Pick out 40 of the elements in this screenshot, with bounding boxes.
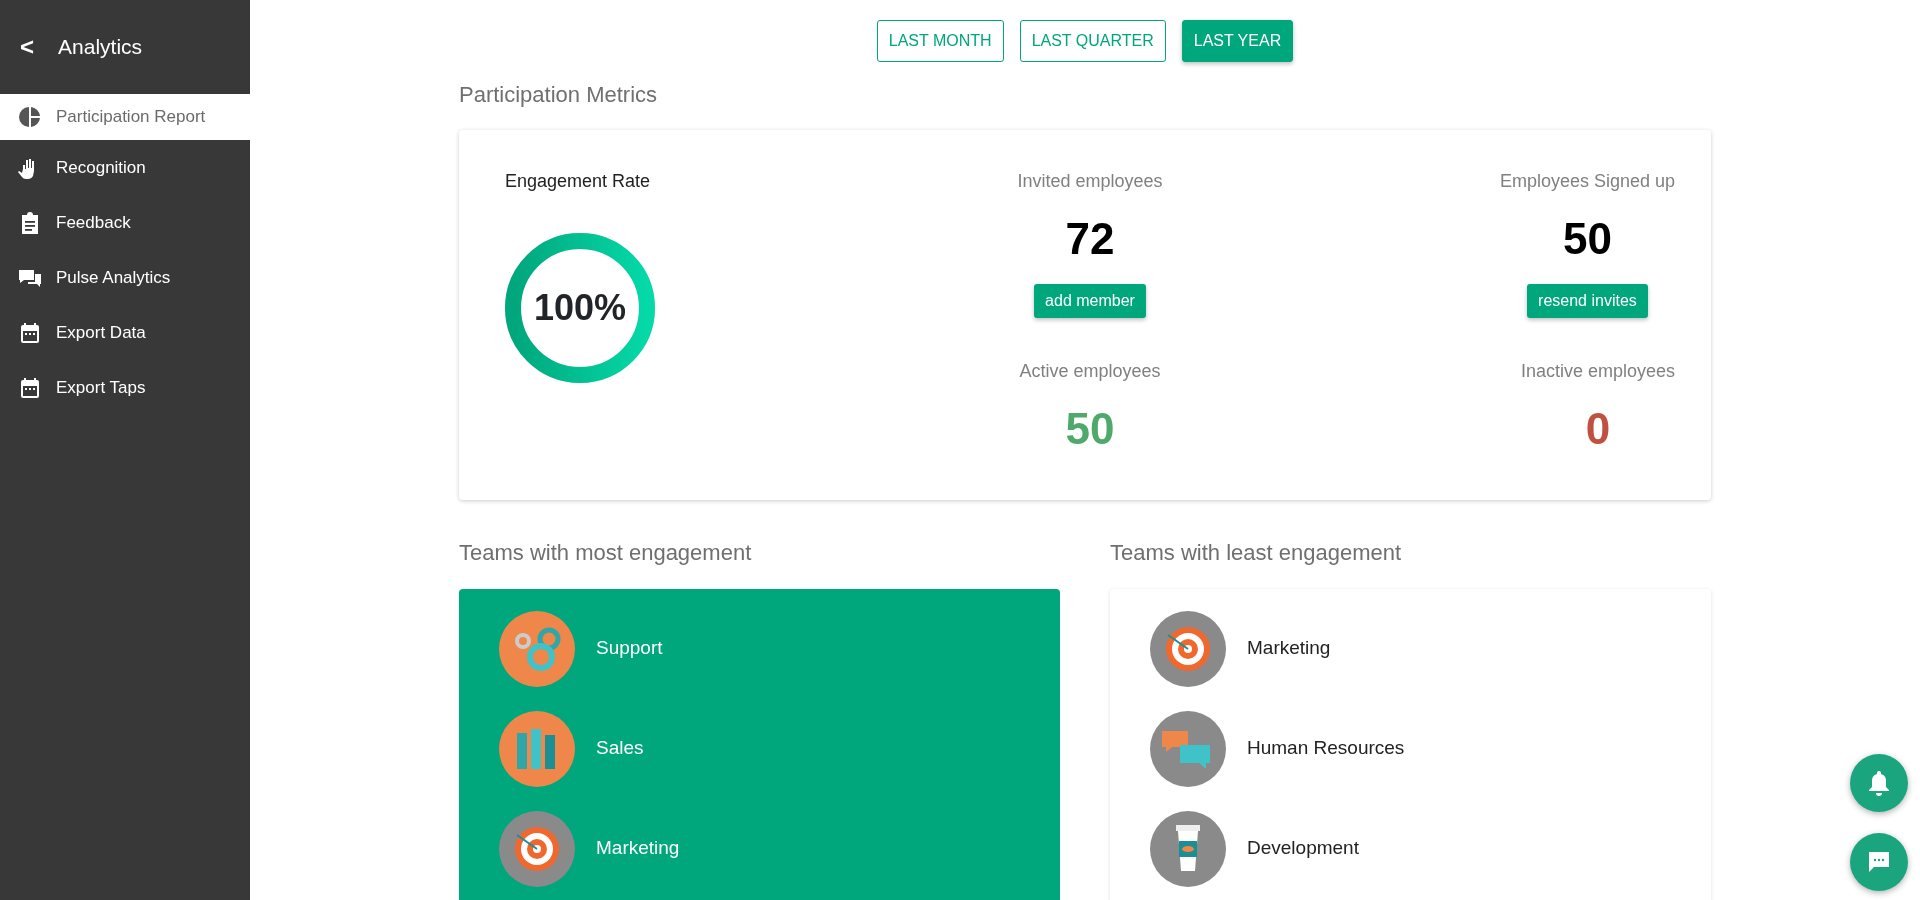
gears-icon <box>499 610 575 687</box>
back-button[interactable]: < <box>20 29 34 65</box>
target-icon <box>499 810 575 887</box>
bell-icon <box>1867 770 1891 796</box>
team-name: Development <box>1247 836 1359 861</box>
coffee-cup-icon <box>1150 810 1226 887</box>
stat-label: Employees Signed up <box>1499 170 1675 193</box>
stat-label: Invited employees <box>1017 170 1163 193</box>
sidebar-item[interactable]: Participation Report <box>0 94 250 140</box>
team-name: Sales <box>596 736 644 761</box>
speech-bubbles-icon <box>1150 710 1226 787</box>
sidebar-item[interactable]: Pulse Analytics <box>0 250 250 305</box>
team-name: Marketing <box>1247 636 1331 661</box>
calendar-icon <box>18 320 42 345</box>
gauge-reading: 100% <box>533 286 627 330</box>
sidebar-item[interactable]: Export Data <box>0 305 250 360</box>
calendar-icon <box>18 375 42 400</box>
team-name: Human Resources <box>1247 736 1405 761</box>
sidebar-item[interactable]: Feedback <box>0 195 250 250</box>
stat-label: Active employees <box>1019 359 1161 383</box>
section-title: Teams with least engagement <box>1110 538 1403 567</box>
section-title: Teams with most engagement <box>459 538 753 567</box>
message-icon <box>1867 850 1891 874</box>
sidebar-item[interactable]: Export Taps <box>0 360 250 415</box>
stat-value: 50 <box>1562 213 1612 265</box>
team-name: Marketing <box>596 836 680 861</box>
pie-chart-icon <box>18 105 42 129</box>
target-icon <box>1150 610 1226 687</box>
gauge-label: Engagement Rate <box>505 170 652 193</box>
bar-chart-icon <box>499 710 575 787</box>
section-title: Participation Metrics <box>459 81 659 109</box>
stat-value: 72 <box>1065 213 1115 265</box>
chat-button[interactable] <box>1850 833 1908 891</box>
sidebar-title: Analytics <box>58 34 143 61</box>
stat-value: 50 <box>1065 402 1115 455</box>
stat-value: 0 <box>1585 402 1611 455</box>
stat-label: Inactive employees <box>1520 359 1675 383</box>
sidebar-item[interactable]: Recognition <box>0 140 250 195</box>
notifications-button[interactable] <box>1850 754 1908 812</box>
team-name: Support <box>596 636 663 661</box>
